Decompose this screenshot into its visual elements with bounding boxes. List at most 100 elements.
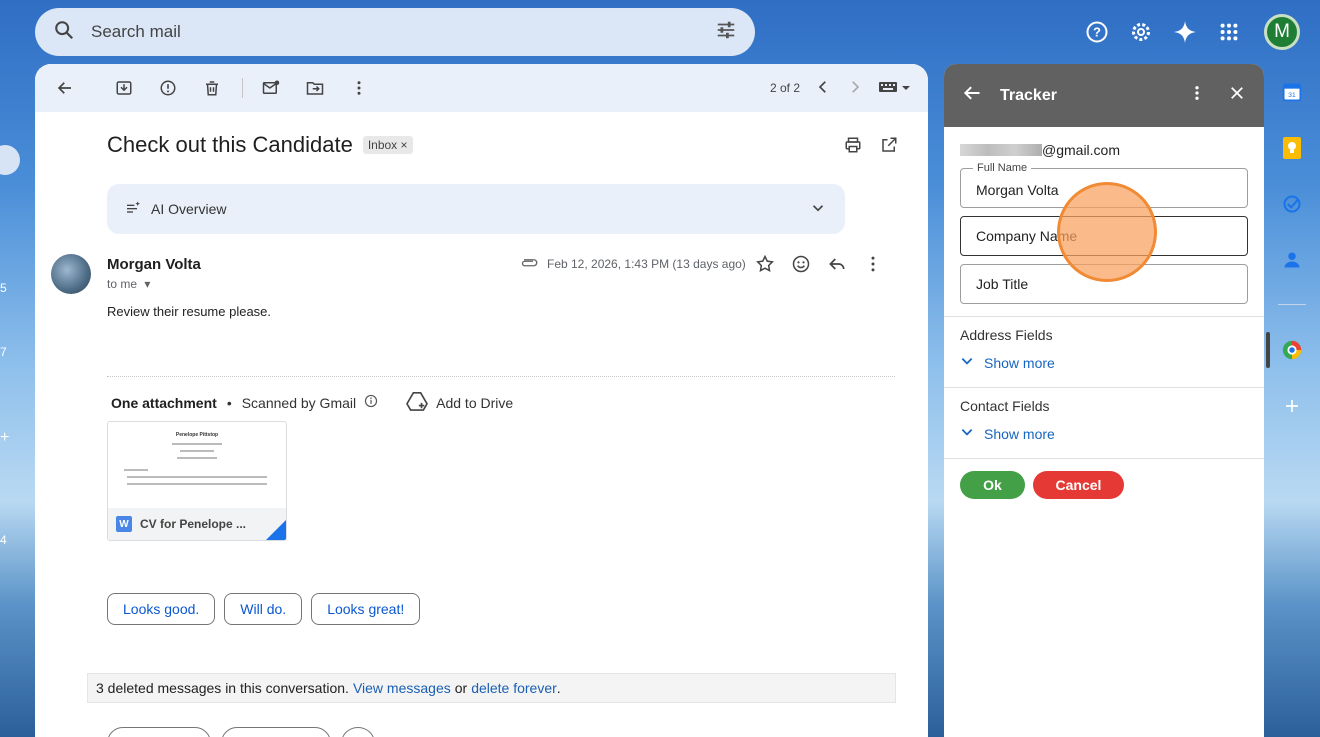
add-to-drive-button[interactable]: Add to Drive	[406, 391, 513, 414]
smart-reply-button[interactable]: Looks good.	[107, 593, 216, 625]
show-more-label: Show more	[984, 354, 1055, 371]
period-text: .	[556, 680, 561, 696]
chevron-down-icon[interactable]	[809, 199, 827, 220]
email-domain: @gmail.com	[1042, 142, 1121, 158]
star-icon[interactable]	[755, 254, 775, 279]
full-name-label: Full Name	[973, 162, 1032, 174]
mail-toolbar: 2 of 2	[35, 64, 928, 112]
pager-text: 2 of 2	[769, 81, 800, 95]
move-to-icon[interactable]	[301, 74, 329, 102]
message-more-icon[interactable]	[863, 254, 883, 279]
newer-icon[interactable]	[814, 78, 832, 99]
address-show-more[interactable]: Show more	[960, 354, 1055, 371]
archive-icon[interactable]	[110, 74, 138, 102]
preview-heading: Penelope Pittstop	[175, 432, 219, 438]
attachment-preview: Penelope Pittstop	[108, 422, 286, 508]
ok-button[interactable]: Ok	[960, 471, 1025, 499]
gemini-icon[interactable]	[1170, 17, 1200, 47]
apps-icon[interactable]	[1214, 17, 1244, 47]
subject-row: Check out this Candidate Inbox ×	[107, 132, 413, 158]
tasks-icon[interactable]	[1280, 192, 1304, 216]
svg-text:31: 31	[1288, 92, 1296, 99]
emoji-react-icon[interactable]	[791, 254, 811, 279]
compose-button-fragment[interactable]	[0, 145, 20, 175]
svg-text:?: ?	[1093, 25, 1101, 40]
redacted-email-prefix	[960, 144, 1042, 156]
doc-corner-fold	[266, 520, 286, 540]
tracker-title: Tracker	[1000, 86, 1057, 104]
attachments-title: One attachment	[111, 394, 217, 411]
attachment-clip-icon	[521, 256, 539, 271]
mail-panel: 2 of 2 Check out this Candidate Inbox ×	[35, 64, 928, 737]
left-rail-add[interactable]: +	[0, 429, 9, 447]
tracker-close-icon[interactable]	[1228, 84, 1246, 107]
add-to-drive-label: Add to Drive	[436, 394, 514, 411]
info-icon[interactable]	[364, 394, 378, 411]
search-options-icon[interactable]	[715, 19, 737, 46]
tracker-account-email: @gmail.com	[960, 142, 1120, 158]
remove-label-icon[interactable]: ×	[401, 138, 408, 152]
ai-summary-icon	[125, 200, 141, 219]
contacts-icon[interactable]	[1280, 248, 1304, 272]
delete-forever-link[interactable]: delete forever	[471, 680, 557, 696]
bullet-separator: •	[226, 394, 232, 411]
search-bar[interactable]	[35, 8, 755, 56]
search-input[interactable]	[91, 22, 715, 42]
tracker-back-icon[interactable]	[962, 83, 982, 108]
message-actions	[755, 254, 883, 279]
ai-overview-panel[interactable]: AI Overview	[107, 184, 845, 234]
smart-reply-button[interactable]: Looks great!	[311, 593, 421, 625]
section-divider	[944, 458, 1264, 459]
smart-reply-button[interactable]: Will do.	[224, 593, 303, 625]
help-icon[interactable]: ?	[1082, 17, 1112, 47]
contact-show-more[interactable]: Show more	[960, 425, 1055, 442]
tracker-addon-icon[interactable]	[1280, 338, 1304, 362]
attachment-footer: W CV for Penelope ...	[108, 508, 286, 540]
side-app-rail: 31	[1266, 64, 1320, 737]
calendar-icon[interactable]: 31	[1280, 80, 1304, 104]
click-indicator	[1057, 182, 1157, 282]
back-icon[interactable]	[51, 74, 79, 102]
reply-actions-row	[107, 727, 375, 737]
open-new-window-icon[interactable]	[880, 136, 898, 159]
address-fields-title: Address Fields	[960, 327, 1053, 343]
sender-name[interactable]: Morgan Volta	[107, 256, 201, 273]
tracker-panel: Tracker @gmail.com Full Name Morgan Volt…	[944, 64, 1264, 737]
mark-unread-icon[interactable]	[257, 74, 285, 102]
emoji-button[interactable]	[341, 727, 375, 737]
message-meta: Feb 12, 2026, 1:43 PM (13 days ago)	[521, 256, 746, 271]
older-icon[interactable]	[846, 78, 864, 99]
recipient-details[interactable]: to me ▾	[107, 277, 150, 291]
section-divider	[944, 316, 1264, 317]
keep-icon[interactable]	[1280, 136, 1304, 160]
search-icon[interactable]	[53, 19, 75, 46]
account-avatar[interactable]: M	[1264, 14, 1300, 50]
forward-button[interactable]	[221, 727, 331, 737]
add-icon[interactable]	[1280, 394, 1304, 418]
attachment-card[interactable]: Penelope Pittstop W CV for Penelope ...	[107, 421, 287, 541]
print-icon[interactable]	[844, 136, 862, 159]
more-icon[interactable]	[345, 74, 373, 102]
report-spam-icon[interactable]	[154, 74, 182, 102]
active-addon-indicator	[1266, 332, 1270, 368]
settings-icon[interactable]	[1126, 17, 1156, 47]
left-rail-count: 4	[0, 533, 7, 547]
view-messages-link[interactable]: View messages	[353, 680, 451, 696]
smart-replies: Looks good. Will do. Looks great!	[107, 593, 421, 625]
pager: 2 of 2	[770, 78, 912, 99]
deleted-text: 3 deleted messages in this conversation.	[96, 680, 349, 696]
keyboard-input-icon[interactable]	[878, 78, 912, 99]
inbox-label-chip[interactable]: Inbox ×	[362, 136, 413, 154]
reply-icon[interactable]	[827, 254, 847, 279]
add-to-drive-icon	[406, 391, 429, 414]
cancel-button[interactable]: Cancel	[1033, 471, 1124, 499]
left-rail-count: 5	[0, 281, 7, 295]
reply-button[interactable]	[107, 727, 211, 737]
tracker-more-icon[interactable]	[1188, 84, 1206, 107]
caret-down-icon[interactable]: ▾	[144, 277, 150, 291]
sender-avatar[interactable]	[51, 254, 91, 294]
subject-actions	[844, 136, 898, 159]
delete-icon[interactable]	[198, 74, 226, 102]
chevron-down-icon	[960, 354, 974, 371]
recipient-text: to me	[107, 277, 138, 291]
